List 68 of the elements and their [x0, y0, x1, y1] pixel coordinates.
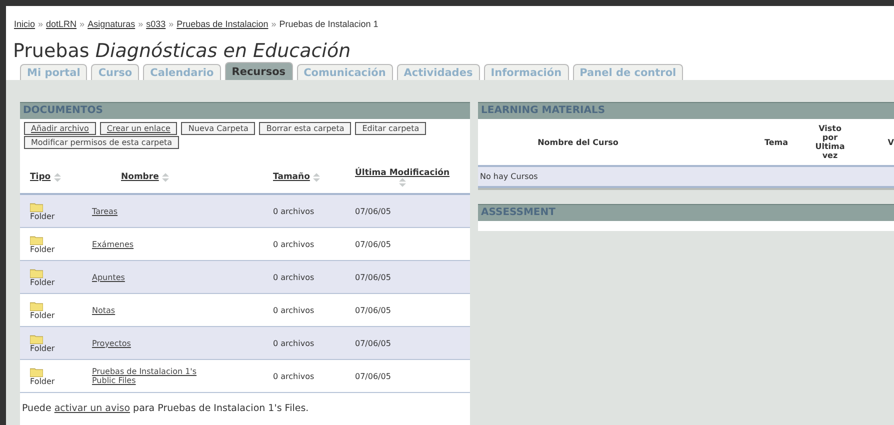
- column-header[interactable]: Nombre: [121, 172, 159, 182]
- column-header: Tema: [764, 138, 788, 146]
- folder-link[interactable]: Exámenes: [92, 240, 134, 248]
- tab[interactable]: Recursos: [224, 62, 293, 80]
- table-cell: 0 archivos: [273, 272, 314, 282]
- breadcrumb-separator: »: [271, 19, 276, 29]
- folder-link[interactable]: Notas: [92, 306, 116, 314]
- panel-header: ASSESSMENT: [478, 204, 894, 221]
- table-cell: 0 archivos: [273, 206, 314, 216]
- breadcrumb-link[interactable]: Pruebas de Instalacion: [176, 19, 268, 29]
- folder-icon[interactable]: [30, 366, 43, 376]
- column-header: V: [888, 138, 894, 146]
- action-button[interactable]: Modificar permisos de esta carpeta: [24, 136, 180, 149]
- breadcrumb-separator: »: [80, 19, 85, 29]
- action-button[interactable]: Borrar esta carpeta: [259, 122, 352, 135]
- table-cell: 07/06/05: [355, 240, 391, 248]
- table-cell: 0 archivos: [273, 306, 314, 314]
- type-label: Folder: [30, 278, 56, 286]
- table-cell: 07/06/05: [355, 272, 391, 282]
- type-label: Folder: [30, 212, 56, 220]
- breadcrumb-link[interactable]: s033: [146, 19, 166, 29]
- breadcrumb-current: Pruebas de Instalacion 1: [279, 19, 378, 29]
- folder-link[interactable]: Tareas: [92, 206, 118, 216]
- breadcrumb-link[interactable]: dotLRN: [46, 19, 77, 29]
- table-cell: 07/06/05: [355, 306, 391, 314]
- breadcrumb-separator: »: [138, 19, 144, 29]
- action-button[interactable]: Añadir archivo: [24, 122, 96, 135]
- page-subtitle: Diagnósticas en Educación: [95, 40, 351, 62]
- type-label: Folder: [30, 310, 56, 320]
- type-label: Folder: [30, 244, 56, 254]
- breadcrumb-link[interactable]: Inicio: [14, 19, 36, 29]
- table-cell: 07/06/05: [355, 206, 391, 216]
- type-label: Folder: [30, 344, 56, 352]
- action-button[interactable]: Editar carpeta: [355, 122, 426, 135]
- sort-icon[interactable]: [54, 172, 61, 182]
- folder-icon[interactable]: [30, 268, 43, 278]
- folder-link[interactable]: Proyectos: [92, 338, 131, 348]
- folder-icon[interactable]: [30, 300, 43, 310]
- breadcrumb-link[interactable]: Asignaturas: [88, 19, 136, 29]
- folder-link[interactable]: Apuntes: [92, 272, 125, 282]
- sort-icon[interactable]: [398, 178, 406, 186]
- table-cell: 07/06/05: [355, 338, 391, 348]
- breadcrumb-separator: »: [168, 19, 174, 29]
- breadcrumb-separator: »: [38, 19, 44, 29]
- folder-link[interactable]: Pruebas de Instalacion 1's Public Files: [92, 367, 207, 385]
- sort-icon[interactable]: [162, 172, 169, 182]
- action-button[interactable]: Nueva Carpeta: [181, 122, 256, 135]
- column-header[interactable]: Tamaño: [273, 172, 310, 182]
- column-header: Visto por Ultima vez: [814, 124, 846, 160]
- table-cell: 0 archivos: [273, 338, 314, 348]
- action-button[interactable]: Crear un enlace: [100, 122, 178, 135]
- notice-link[interactable]: activar un aviso: [54, 403, 130, 414]
- column-header[interactable]: Tipo: [30, 172, 51, 182]
- panel-header: LEARNING MATERIALS: [478, 102, 894, 119]
- notice-text: Puede activar un aviso para Pruebas de Instalacion 1's Files.: [21, 402, 310, 416]
- panel-header: DOCUMENTOS: [20, 102, 470, 119]
- table-cell: 0 archivos: [273, 240, 314, 248]
- page-title: Pruebas: [13, 40, 90, 62]
- column-header[interactable]: Última Modificación: [355, 168, 450, 178]
- empty-message: No hay Cursos: [480, 172, 538, 181]
- table-cell: 0 archivos: [273, 372, 314, 380]
- table-cell: 07/06/05: [355, 372, 391, 380]
- folder-icon[interactable]: [30, 234, 43, 244]
- column-header: Nombre del Curso: [538, 138, 618, 146]
- folder-icon[interactable]: [30, 334, 43, 344]
- folder-icon[interactable]: [30, 202, 43, 212]
- type-label: Folder: [30, 376, 56, 386]
- sort-icon[interactable]: [312, 172, 320, 182]
